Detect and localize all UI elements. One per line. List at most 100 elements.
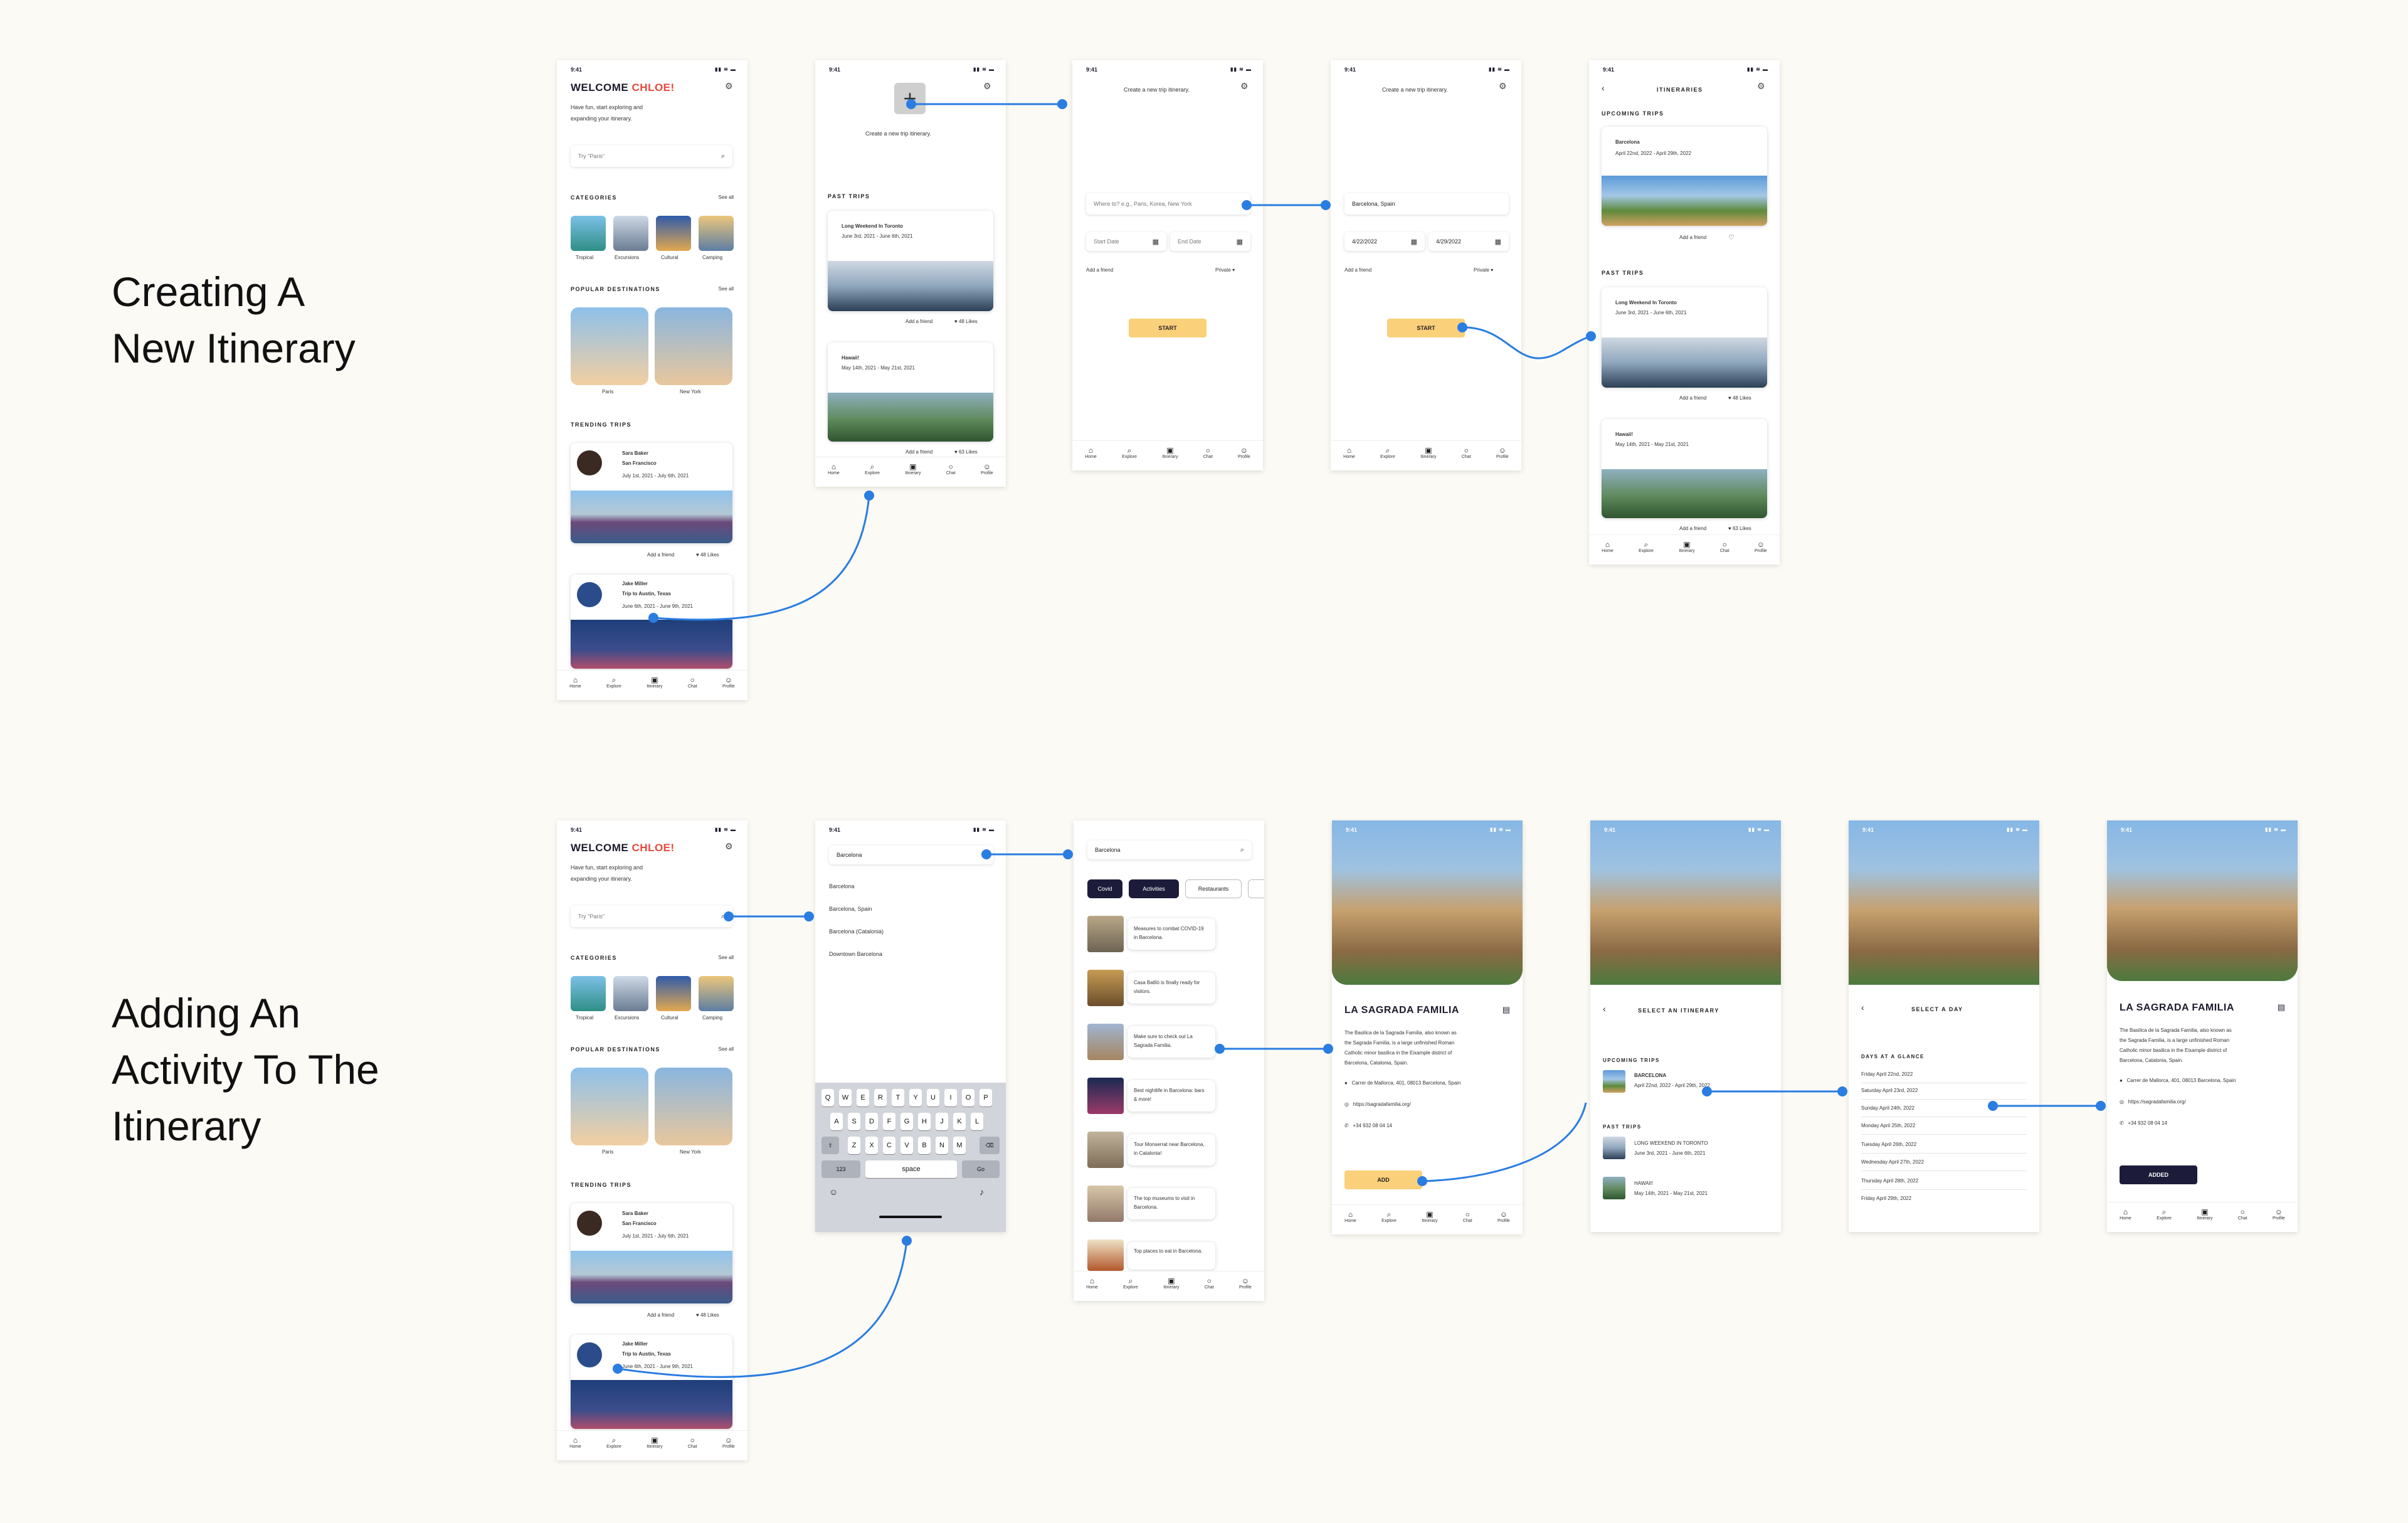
past-trip-card[interactable]: Long Weekend In Toronto June 3rd, 2021 -…: [828, 211, 993, 311]
phone-row[interactable]: ✆ +34 932 08 04 14: [2120, 1120, 2167, 1126]
key[interactable]: A: [830, 1113, 843, 1130]
key[interactable]: B: [918, 1137, 931, 1154]
start-button[interactable]: START: [1387, 319, 1465, 337]
space-key[interactable]: space: [865, 1160, 957, 1178]
nav-home[interactable]: ⌂ Home: [1602, 540, 1613, 553]
past-trip-card[interactable]: Hawaii! May 14th, 2021 - May 21st, 2021: [828, 342, 993, 442]
see-all-link[interactable]: See all: [719, 194, 734, 200]
day-option[interactable]: Friday April 22nd, 2022: [1861, 1071, 1913, 1077]
search-result[interactable]: Barcelona, Spain: [829, 906, 872, 912]
end-date-input[interactable]: End Date ▦: [1170, 232, 1250, 251]
microphone-icon[interactable]: ♪: [980, 1187, 984, 1197]
nav-home[interactable]: ⌂ Home: [1343, 446, 1355, 459]
destination-newyork[interactable]: [655, 307, 732, 385]
search-result[interactable]: Downtown Barcelona: [829, 951, 882, 957]
end-date-input[interactable]: 4/29/2022 ▦: [1428, 232, 1509, 251]
map-icon[interactable]: ▤: [2278, 1002, 2285, 1012]
nav-chat[interactable]: ○ Chat: [1463, 1210, 1472, 1223]
key[interactable]: L: [971, 1113, 983, 1130]
trending-trip-card[interactable]: Jake Miller Trip to Austin, Texas June 6…: [571, 1335, 732, 1429]
key[interactable]: E: [857, 1089, 869, 1106]
add-button[interactable]: ADD: [1344, 1170, 1422, 1189]
nav-itinerary[interactable]: ▣ Itinerary: [647, 1436, 662, 1449]
add-friend-link[interactable]: Add a friend: [906, 449, 932, 455]
key[interactable]: H: [918, 1113, 931, 1130]
emoji-icon[interactable]: ☺: [829, 1187, 838, 1197]
start-button[interactable]: START: [1129, 319, 1207, 337]
day-option[interactable]: Wednesday April 27th, 2022: [1861, 1159, 1924, 1165]
category-tropical[interactable]: [571, 216, 606, 251]
key[interactable]: V: [900, 1137, 913, 1154]
tab-activities[interactable]: Activities: [1129, 879, 1179, 898]
key[interactable]: T: [892, 1089, 904, 1106]
itinerary-option[interactable]: HAWAII!: [1634, 1181, 1653, 1186]
key[interactable]: S: [848, 1113, 860, 1130]
nav-chat[interactable]: ○ Chat: [688, 1436, 697, 1449]
gear-icon[interactable]: ⚙: [983, 82, 992, 90]
added-button[interactable]: ADDED: [2120, 1165, 2197, 1184]
nav-explore[interactable]: ⌕ Explore: [1380, 446, 1395, 459]
nav-home[interactable]: ⌂ Home: [2120, 1207, 2131, 1221]
nav-chat[interactable]: ○ Chat: [2238, 1207, 2247, 1221]
nav-itinerary[interactable]: ▣ Itinerary: [2197, 1207, 2212, 1221]
day-option[interactable]: Monday April 25th, 2022: [1861, 1123, 1915, 1128]
day-option[interactable]: Sunday April 24th, 2022: [1861, 1105, 1914, 1111]
nav-home[interactable]: ⌂ Home: [828, 462, 840, 475]
category-tropical[interactable]: [571, 976, 606, 1011]
itinerary-option[interactable]: BARCELONA: [1634, 1073, 1666, 1078]
backspace-key[interactable]: ⌫: [980, 1137, 1000, 1154]
trending-trip-card[interactable]: Sara Baker San Francisco July 1st, 2021 …: [571, 1203, 732, 1303]
phone-row[interactable]: ✆ +34 932 08 04 14: [1344, 1123, 1392, 1128]
website-row[interactable]: ◎ https://sagradafamilia.org/: [2120, 1099, 2186, 1105]
website-row[interactable]: ◎ https://sagradafamilia.org/: [1344, 1101, 1411, 1107]
key[interactable]: Q: [821, 1089, 834, 1106]
upcoming-trip-card[interactable]: Barcelona April 22nd, 2022 - April 29th,…: [1602, 127, 1767, 226]
key[interactable]: I: [944, 1089, 957, 1106]
where-input[interactable]: Where to? e.g., Paris, Korea, New York: [1086, 193, 1250, 215]
heart-icon[interactable]: ♡: [1728, 233, 1735, 241]
nav-explore[interactable]: ⌕ Explore: [1122, 446, 1137, 459]
destination-newyork[interactable]: [655, 1068, 732, 1145]
nav-home[interactable]: ⌂ Home: [1085, 446, 1097, 459]
nav-profile[interactable]: ☺ Profile: [1239, 1276, 1252, 1290]
likes-count[interactable]: ♥ 48 Likes: [696, 552, 719, 558]
nav-explore[interactable]: ⌕ Explore: [1381, 1210, 1397, 1223]
gear-icon[interactable]: ⚙: [1499, 82, 1508, 90]
nav-profile[interactable]: ☺ Profile: [1497, 1210, 1510, 1223]
activity-card[interactable]: Tour Monserrat near Barcelona, in Catalo…: [1127, 1134, 1215, 1165]
search-result[interactable]: Barcelona (Catalonia): [829, 928, 884, 935]
add-friend-link[interactable]: Add a friend: [1679, 395, 1706, 401]
back-icon[interactable]: ‹: [1861, 1002, 1864, 1012]
nav-chat[interactable]: ○ Chat: [1720, 540, 1729, 553]
nav-itinerary[interactable]: ▣ Itinerary: [1162, 446, 1178, 459]
add-itinerary-button[interactable]: +: [894, 83, 926, 114]
key[interactable]: X: [865, 1137, 878, 1154]
search-input[interactable]: Try "Paris" ⌕: [571, 906, 732, 927]
destination-paris[interactable]: [571, 1068, 648, 1145]
nav-home[interactable]: ⌂ Home: [1086, 1276, 1098, 1290]
start-date-input[interactable]: Start Date ▦: [1086, 232, 1166, 251]
nav-itinerary[interactable]: ▣ Itinerary: [647, 676, 662, 689]
key[interactable]: W: [839, 1089, 852, 1106]
key[interactable]: M: [953, 1137, 966, 1154]
nav-profile[interactable]: ☺ Profile: [722, 676, 735, 689]
nav-itinerary[interactable]: ▣ Itinerary: [1163, 1276, 1179, 1290]
category-camping[interactable]: [699, 976, 734, 1011]
past-trip-card[interactable]: Long Weekend In Toronto June 3rd, 2021 -…: [1602, 287, 1767, 388]
key[interactable]: J: [936, 1113, 948, 1130]
go-key[interactable]: Go: [962, 1160, 1000, 1178]
key[interactable]: O: [962, 1089, 974, 1106]
key[interactable]: R: [874, 1089, 887, 1106]
key[interactable]: F: [883, 1113, 895, 1130]
see-all-link[interactable]: See all: [719, 286, 734, 292]
nav-itinerary[interactable]: ▣ Itinerary: [905, 462, 921, 475]
map-icon[interactable]: ▤: [1502, 1005, 1510, 1015]
activity-card[interactable]: The top museums to visit in Barcelona.: [1127, 1188, 1215, 1219]
nav-itinerary[interactable]: ▣ Itinerary: [1422, 1210, 1437, 1223]
nav-chat[interactable]: ○ Chat: [1205, 1276, 1214, 1290]
add-friend-link[interactable]: Add a friend: [906, 319, 932, 324]
start-date-input[interactable]: 4/22/2022 ▦: [1344, 232, 1425, 251]
itinerary-option[interactable]: LONG WEEKEND IN TORONTO: [1634, 1140, 1708, 1146]
key[interactable]: Z: [848, 1137, 860, 1154]
nav-explore[interactable]: ⌕ Explore: [606, 1436, 621, 1449]
